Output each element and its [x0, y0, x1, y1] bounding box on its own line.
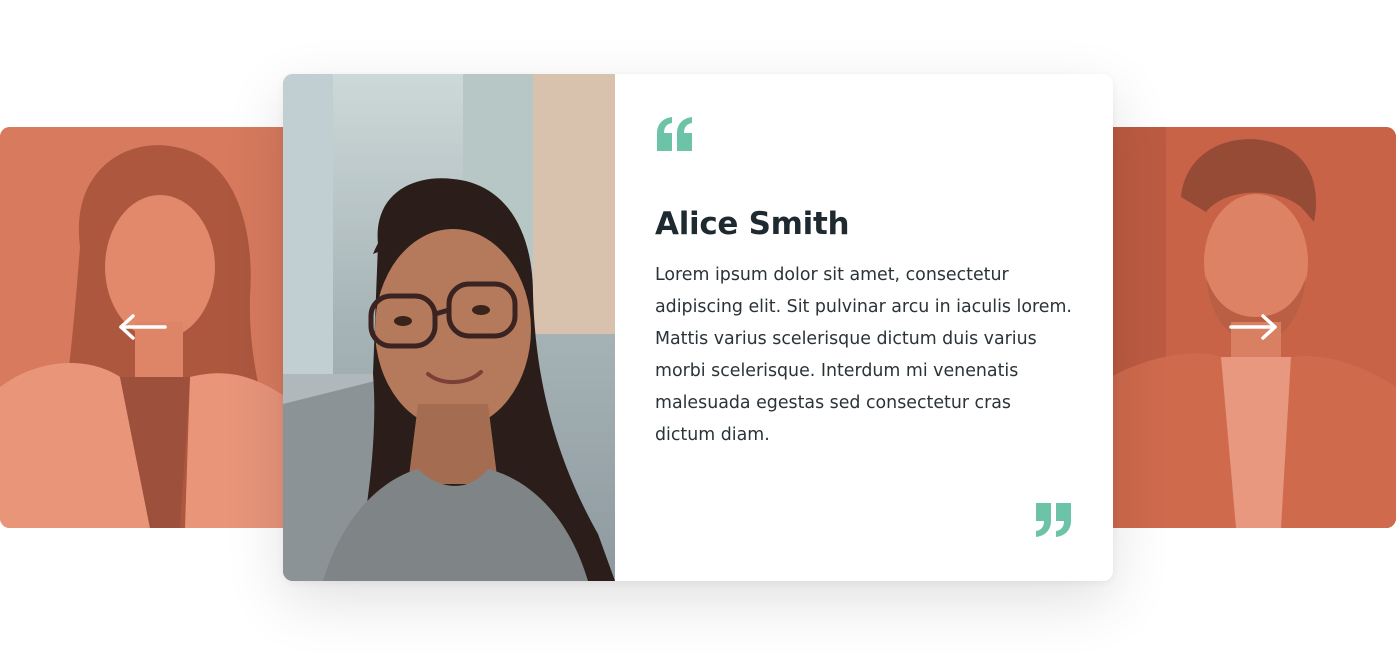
person-name: Alice Smith — [655, 206, 850, 242]
previous-arrow-button[interactable] — [114, 307, 170, 347]
next-testimonial-card[interactable] — [1096, 127, 1396, 528]
testimonial-content: Alice Smith Lorem ipsum dolor sit amet, … — [615, 74, 1113, 581]
next-arrow-button[interactable] — [1226, 307, 1282, 347]
portrait-image — [283, 74, 615, 581]
active-testimonial-card: Alice Smith Lorem ipsum dolor sit amet, … — [283, 74, 1113, 581]
arrow-right-icon — [1229, 314, 1277, 340]
testimonial-quote: Lorem ipsum dolor sit amet, consectetur … — [655, 265, 1072, 445]
arrow-left-icon — [119, 314, 167, 340]
quote-open-icon — [657, 117, 692, 151]
quote-close-icon — [1036, 503, 1071, 537]
testimonial-carousel: Alice Smith Lorem ipsum dolor sit amet, … — [0, 0, 1396, 663]
person-photo — [283, 74, 615, 581]
previous-testimonial-card[interactable] — [0, 127, 300, 528]
